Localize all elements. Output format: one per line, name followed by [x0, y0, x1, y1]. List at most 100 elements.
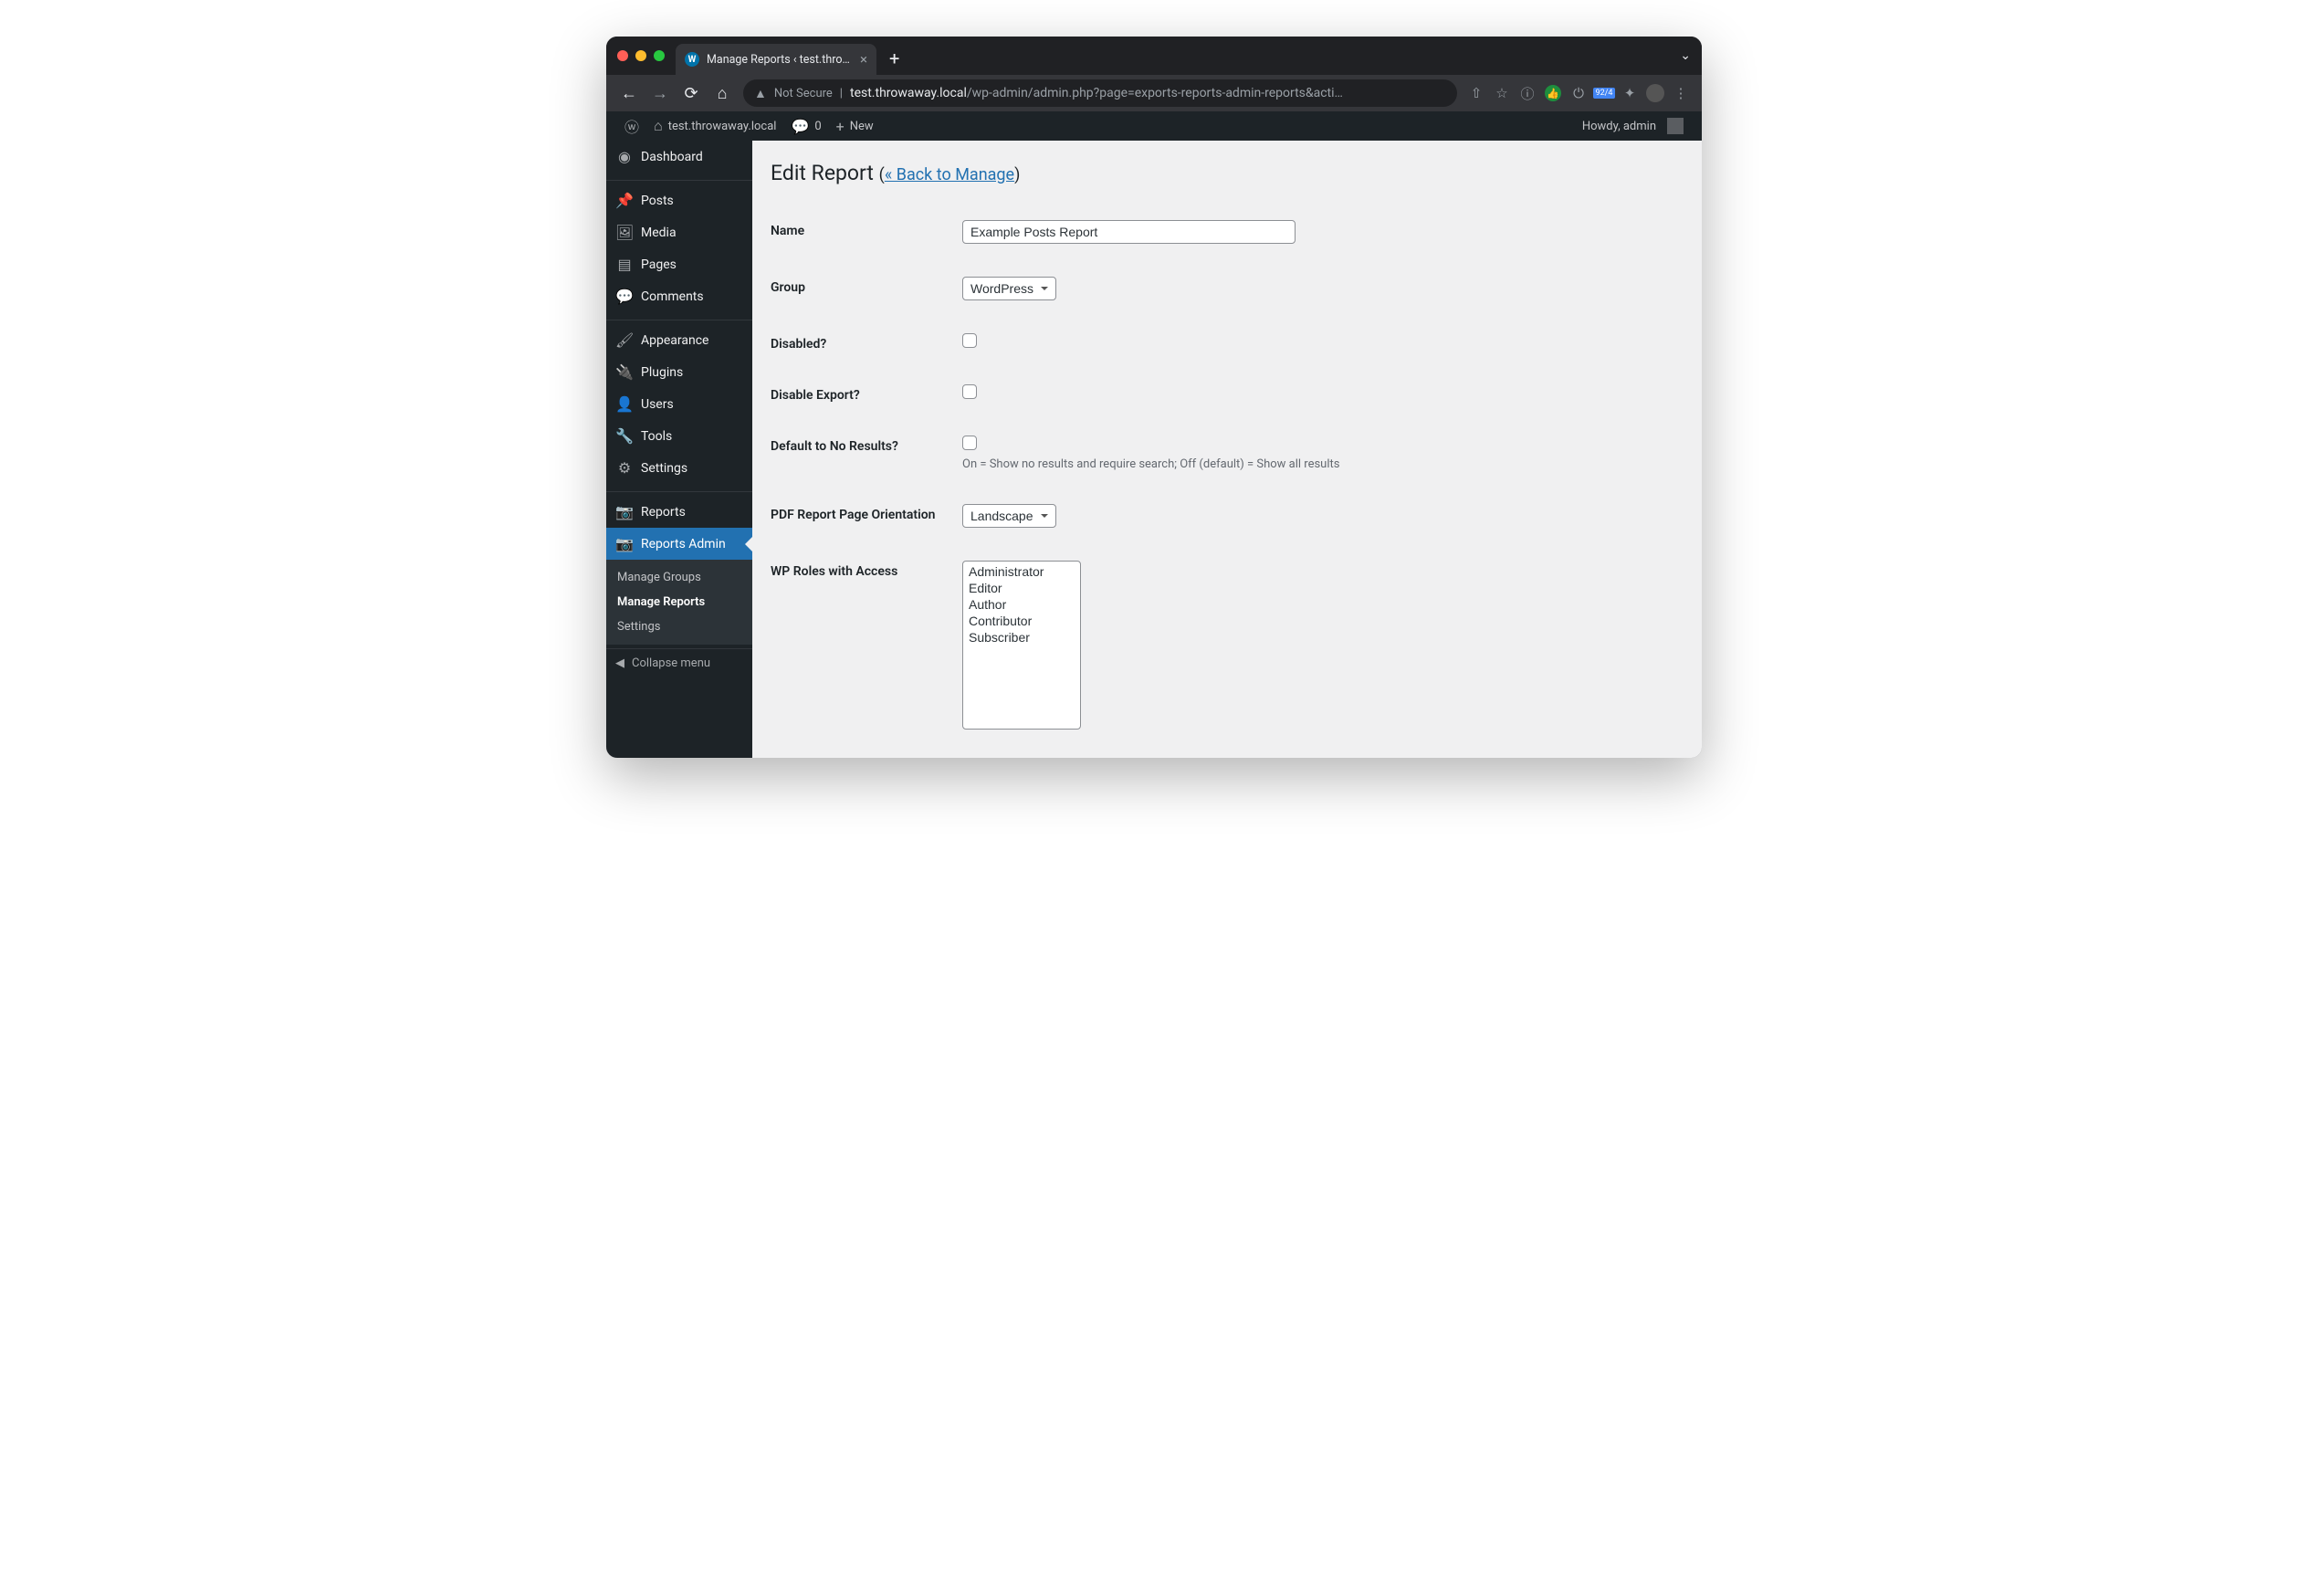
share-icon[interactable]: ⇧: [1464, 81, 1488, 105]
sidebar-item-appearance[interactable]: 🖌Appearance: [606, 324, 752, 356]
tabs-dropdown-icon[interactable]: ⌄: [1680, 48, 1691, 63]
collapse-label: Collapse menu: [632, 656, 710, 670]
sidebar-item-label: Plugins: [641, 365, 683, 380]
profile-avatar[interactable]: [1643, 81, 1667, 105]
power-icon[interactable]: ⏻: [1567, 81, 1590, 105]
roles-multiselect[interactable]: AdministratorEditorAuthorContributorSubs…: [962, 561, 1081, 730]
sidebar-item-label: Appearance: [641, 333, 708, 348]
role-option[interactable]: Subscriber: [965, 629, 1078, 646]
no-results-label: Default to No Results?: [771, 436, 962, 454]
info-icon[interactable]: ⓘ: [1516, 81, 1539, 105]
submenu-settings[interactable]: Settings: [606, 614, 752, 639]
sidebar-item-comments[interactable]: 💬 Comments: [606, 280, 752, 312]
extension-green-icon[interactable]: 👍: [1541, 81, 1565, 105]
browser-toolbar: ← → ⟳ ⌂ ▲ Not Secure | test.throwaway.lo…: [606, 75, 1702, 111]
browser-menu-icon[interactable]: ⋮: [1669, 81, 1693, 105]
sidebar-item-label: Media: [641, 226, 677, 240]
pin-icon: 📌: [615, 192, 634, 209]
sidebar-item-label: Dashboard: [641, 150, 703, 164]
home-icon: ⌂: [654, 117, 663, 135]
new-content-link[interactable]: + New: [829, 111, 881, 141]
plug-icon: 🔌: [615, 363, 634, 381]
sidebar-item-plugins[interactable]: 🔌 Plugins: [606, 356, 752, 388]
howdy-text: Howdy, admin: [1582, 120, 1656, 133]
wp-logo-menu[interactable]: ⓦ: [617, 111, 646, 141]
submenu-manage-groups[interactable]: Manage Groups: [606, 565, 752, 590]
sidebar-item-media[interactable]: 🖼Media: [606, 216, 752, 248]
field-no-results: Default to No Results? On = Show no resu…: [771, 419, 1684, 488]
field-roles: WP Roles with Access AdministratorEditor…: [771, 544, 1684, 746]
no-results-description: On = Show no results and require search;…: [962, 457, 1684, 471]
comments-icon: 💬: [615, 288, 634, 305]
sidebar-item-label: Users: [641, 397, 674, 412]
sidebar-item-reports[interactable]: 📷Reports: [606, 496, 752, 528]
sidebar-item-tools[interactable]: 🔧Tools: [606, 420, 752, 452]
sidebar-item-label: Reports: [641, 505, 686, 520]
wp-admin-bar: ⓦ ⌂ test.throwaway.local 💬0 + New Howdy, a…: [606, 111, 1702, 141]
site-name-link[interactable]: ⌂ test.throwaway.local: [646, 111, 783, 141]
security-warning-icon: ▲: [754, 86, 767, 101]
wordpress-icon: ⓦ: [624, 115, 639, 137]
name-input[interactable]: [962, 220, 1296, 244]
new-tab-button[interactable]: +: [889, 47, 899, 69]
extensions-icon[interactable]: ✦: [1618, 81, 1642, 105]
browser-tab[interactable]: W Manage Reports ‹ test.throwa ×: [676, 44, 876, 75]
reload-button[interactable]: ⟳: [677, 79, 705, 107]
maximize-window-button[interactable]: [654, 50, 665, 61]
field-group: Group WordPress: [771, 260, 1684, 317]
plus-icon: +: [836, 118, 845, 135]
close-tab-icon[interactable]: ×: [858, 51, 869, 68]
extension-badge-icon[interactable]: 92/4: [1592, 81, 1616, 105]
sidebar-item-label: Pages: [641, 257, 677, 272]
back-button[interactable]: ←: [615, 79, 643, 107]
back-to-manage-link[interactable]: « Back to Manage: [885, 165, 1014, 184]
submenu-manage-reports[interactable]: Manage Reports: [606, 590, 752, 614]
pdf-orientation-select[interactable]: Landscape: [962, 504, 1056, 528]
field-disabled: Disabled?: [771, 317, 1684, 368]
dashboard-icon: ◉: [615, 148, 634, 165]
sidebar-item-reports-admin[interactable]: 📷Reports Admin: [606, 528, 752, 560]
comments-link[interactable]: 💬0: [783, 111, 828, 141]
sliders-icon: ⚙: [615, 459, 634, 477]
sidebar-item-settings[interactable]: ⚙Settings: [606, 452, 752, 484]
no-results-checkbox[interactable]: [962, 436, 977, 450]
page-title: Edit Report (« Back to Manage): [771, 161, 1684, 185]
sidebar-item-dashboard[interactable]: ◉ Dashboard: [606, 141, 752, 173]
sidebar-item-users[interactable]: 👤 Users: [606, 388, 752, 420]
disabled-label: Disabled?: [771, 333, 962, 352]
role-option[interactable]: Editor: [965, 580, 1078, 596]
field-name: Name: [771, 204, 1684, 260]
bookmark-icon[interactable]: ☆: [1490, 81, 1514, 105]
browser-window: W Manage Reports ‹ test.throwa × + ⌄ ← →…: [606, 37, 1702, 758]
security-status: Not Secure: [774, 87, 833, 100]
pages-icon: ▤: [615, 256, 634, 273]
page-content: ⓦ ⌂test.throwaway.local 💬0 +New Howdy, a…: [606, 111, 1702, 758]
sidebar-item-label: Posts: [641, 194, 674, 208]
sidebar-item-posts[interactable]: 📌 Posts: [606, 184, 752, 216]
sidebar-item-label: Comments: [641, 289, 704, 304]
close-window-button[interactable]: [617, 50, 628, 61]
role-option[interactable]: Administrator: [965, 563, 1078, 580]
howdy-link[interactable]: Howdy, admin: [1575, 111, 1691, 141]
comment-count: 0: [814, 120, 821, 133]
url-text: test.throwaway.local/wp-admin/admin.php?…: [850, 86, 1343, 100]
disable-export-checkbox[interactable]: [962, 384, 977, 399]
site-name: test.throwaway.local: [668, 120, 777, 133]
group-select[interactable]: WordPress: [962, 277, 1056, 300]
roles-label: WP Roles with Access: [771, 561, 962, 579]
main-content: Edit Report (« Back to Manage) Name Grou…: [752, 141, 1702, 758]
collapse-menu-button[interactable]: ◀ Collapse menu: [606, 648, 752, 677]
forward-button[interactable]: →: [646, 79, 674, 107]
home-button[interactable]: ⌂: [708, 79, 736, 107]
user-avatar-icon: [1667, 118, 1684, 134]
minimize-window-button[interactable]: [635, 50, 646, 61]
sidebar-item-pages[interactable]: ▤ Pages: [606, 248, 752, 280]
role-option[interactable]: Contributor: [965, 613, 1078, 629]
url-bar[interactable]: ▲ Not Secure | test.throwaway.local/wp-a…: [743, 79, 1457, 107]
user-icon: 👤: [615, 395, 634, 413]
disabled-checkbox[interactable]: [962, 333, 977, 348]
new-label: New: [850, 120, 874, 133]
field-disable-export: Disable Export?: [771, 368, 1684, 419]
role-option[interactable]: Author: [965, 596, 1078, 613]
collapse-icon: ◀: [615, 656, 624, 670]
